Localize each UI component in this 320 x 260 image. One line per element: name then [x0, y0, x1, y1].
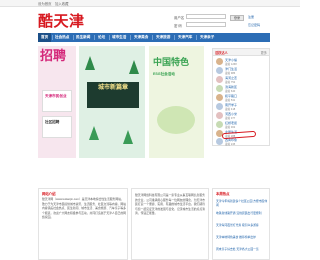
nav-item-forum[interactable]: 论坛 — [98, 33, 105, 42]
hot-topic-link[interactable]: 天津本地特色美食 推荐榜单出炉 — [216, 235, 269, 239]
decoration-circle — [157, 106, 195, 134]
nav-divider — [152, 35, 153, 40]
password-input[interactable] — [186, 22, 226, 27]
nav-divider — [196, 35, 197, 40]
user-desc: 发帖 640 — [225, 90, 236, 93]
nav-item-hot[interactable]: 社会热点 — [55, 33, 69, 42]
username-input[interactable] — [186, 14, 226, 19]
active-users-header: 活跃达人 更多 — [213, 49, 269, 56]
user-row[interactable]: 南开学子 发帖 418 — [216, 103, 268, 111]
top-bar: 设为首页 加入收藏 — [0, 0, 300, 7]
login-form: 用户名 密 码 登录 注册 忘记密码 — [174, 14, 270, 34]
site-logo[interactable]: 酷天津 — [38, 10, 85, 31]
nav-item-kids[interactable]: 天津亲子 — [200, 33, 214, 42]
main-nav: 首页 社会热点 民生新闻 论坛 城市生活 天津美食 天津旅游 天津汽车 天津亲子 — [38, 33, 270, 42]
user-row[interactable]: 红桥老街 发帖 302 — [216, 121, 268, 129]
tree-shape — [129, 60, 139, 74]
user-desc: 发帖 986 — [225, 72, 236, 75]
user-desc: 发帖 531 — [225, 99, 236, 102]
banner-card: 天津市民创业 — [42, 90, 72, 112]
password-label: 密 码 — [174, 24, 182, 28]
avatar — [216, 67, 223, 74]
nav-item-home[interactable]: 首页 — [38, 33, 52, 42]
banner-esg-sub: ESG社会活动 — [153, 72, 175, 76]
nav-item-travel[interactable]: 天津旅游 — [156, 33, 170, 42]
active-users-title: 活跃达人 — [215, 51, 228, 55]
login-button[interactable]: 登录 — [230, 15, 244, 21]
forgot-password-link[interactable]: 忘记密码 — [248, 23, 260, 27]
set-homepage-link[interactable]: 设为首页 — [38, 1, 52, 6]
hot-topics-box: 本周热点 天津今年将新建多个社区公园 方便市民休闲 地铁新线路开通 沿线居民出行… — [212, 188, 270, 260]
add-favorite-link[interactable]: 加入收藏 — [55, 1, 69, 6]
user-desc: 发帖 302 — [225, 126, 236, 129]
tree-shape — [89, 126, 99, 140]
company-intro-text: 酷天津网络科技有限公司是一家专业从事互联网信息服务的企业，公司秉承用心服务每一位… — [135, 193, 205, 216]
company-intro-box: 酷天津网络科技有限公司是一家专业从事互联网信息服务的企业，公司秉承用心服务每一位… — [131, 188, 209, 260]
user-row[interactable]: 河西小米 发帖 377 — [216, 112, 268, 120]
hot-topic-link[interactable]: 地铁新线路开通 沿线居民出行更便利 — [216, 211, 269, 215]
hot-topic-link[interactable]: 天津今年将新建多个社区公园 方便市民休闲 — [216, 199, 269, 208]
avatar — [216, 138, 223, 145]
avatar — [216, 121, 223, 128]
nav-divider — [174, 35, 175, 40]
avatar — [216, 76, 223, 83]
banner-esg[interactable]: 中国特色 ESG社会活动 — [149, 46, 204, 158]
user-row[interactable]: 和平路口 发帖 531 — [216, 94, 268, 102]
banner-recruitment-sub2: 社区招聘 — [45, 120, 60, 124]
hot-topic-link[interactable]: 周末亲子好去处 天津各大公园一览 — [216, 247, 269, 251]
nav-item-city[interactable]: 城市生活 — [112, 33, 126, 42]
nav-item-food[interactable]: 天津美食 — [134, 33, 148, 42]
nav-item-auto[interactable]: 天津汽车 — [178, 33, 192, 42]
user-row[interactable]: 津门生活 发帖 986 — [216, 67, 268, 75]
banner-recruitment-title: 招聘 — [40, 49, 67, 64]
nav-divider — [94, 35, 95, 40]
site-intro-text: 酷天津网（www.kutianjin.com）是天津本地综合性生活服务网站，致力… — [42, 197, 126, 220]
banner-city[interactable]: 城市新篇章 — [79, 46, 145, 158]
user-desc: 发帖 752 — [225, 81, 236, 84]
avatar — [216, 58, 223, 65]
site-intro-title: 网站介绍 — [42, 192, 56, 196]
user-row[interactable]: 天津小编 发帖 1268 — [216, 58, 268, 66]
user-row[interactable]: 海河之恋 发帖 752 — [216, 76, 268, 84]
nav-divider — [109, 35, 110, 40]
avatar — [216, 112, 223, 119]
banner-esg-title: 中国特色 — [153, 58, 190, 68]
register-link[interactable]: 注册 — [248, 15, 254, 19]
nav-divider — [73, 35, 74, 40]
site-intro-box: 网站介绍 酷天津网（www.kutianjin.com）是天津本地综合性生活服务… — [38, 188, 128, 260]
banner-city-title: 城市新篇章 — [87, 82, 139, 108]
nav-item-news[interactable]: 民生新闻 — [76, 33, 90, 42]
avatar — [216, 94, 223, 101]
avatar — [216, 103, 223, 110]
banner-recruitment-sub1: 天津市民创业 — [45, 94, 67, 98]
user-row[interactable]: 滨海新区 发帖 640 — [216, 85, 268, 93]
user-desc: 发帖 245 — [225, 143, 236, 146]
active-users-more-link[interactable]: 更多 — [261, 50, 267, 55]
username-label: 用户名 — [174, 16, 185, 20]
user-desc: 发帖 418 — [225, 108, 236, 111]
hot-topic-link[interactable]: 天津海河夜景灯光秀 吸引众多游客 — [216, 223, 269, 227]
banner-card: 社区招聘 — [42, 116, 72, 138]
user-desc: 发帖 1268 — [225, 63, 237, 66]
user-row[interactable]: 西青印象 发帖 245 — [216, 138, 268, 146]
user-desc: 发帖 377 — [225, 117, 236, 120]
tree-shape — [123, 130, 133, 144]
hot-topics-title: 本周热点 — [216, 192, 230, 196]
nav-divider — [130, 35, 131, 40]
nav-divider — [52, 35, 53, 40]
tree-shape — [85, 56, 95, 70]
banner-recruitment[interactable]: 招聘 天津市民创业 社区招聘 — [38, 46, 76, 158]
avatar — [216, 85, 223, 92]
